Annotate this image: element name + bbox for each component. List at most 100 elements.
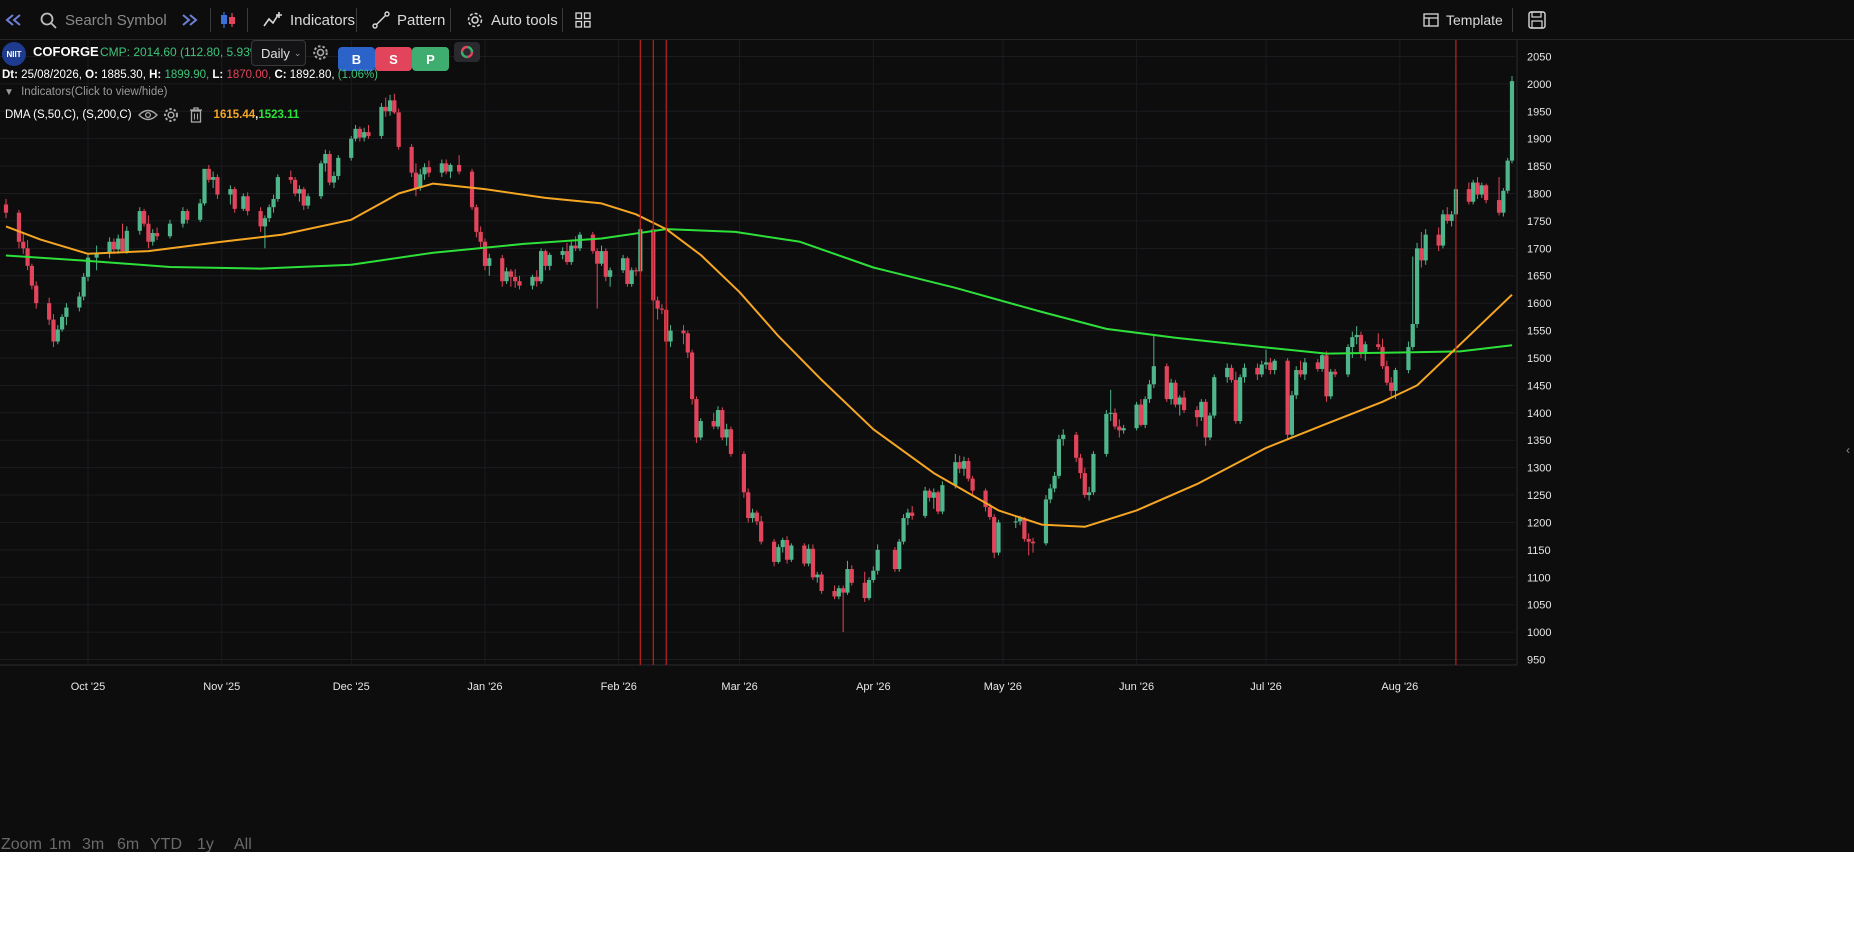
candle xyxy=(1324,351,1329,402)
p-button[interactable]: P xyxy=(412,47,449,71)
candle-body xyxy=(1143,399,1148,425)
candle-body xyxy=(1255,367,1260,375)
candle-body xyxy=(1389,382,1394,391)
chart-settings-button[interactable] xyxy=(312,44,329,66)
candle-body xyxy=(258,211,263,227)
candle xyxy=(1147,379,1152,403)
candle xyxy=(633,267,639,276)
candle-body xyxy=(720,410,725,438)
zoom-3m[interactable]: 3m xyxy=(82,836,117,852)
candle xyxy=(318,160,324,199)
candle xyxy=(754,510,759,526)
candle xyxy=(504,267,509,284)
y-tick-label: 1800 xyxy=(1527,189,1551,201)
candle xyxy=(392,93,397,115)
candle-body xyxy=(1354,334,1359,338)
candle-body xyxy=(1151,366,1156,385)
candle-body xyxy=(1302,362,1307,375)
color-wheel-icon xyxy=(460,45,474,59)
candle-body xyxy=(595,251,600,264)
price-chart[interactable]: 950 1000 1050 1100 1150 1200 1250 1300 1350 1400 1… xyxy=(0,40,1854,852)
zoom-1y[interactable]: 1y xyxy=(197,836,234,852)
high-label: H: xyxy=(149,69,162,81)
candle xyxy=(1026,533,1031,556)
candle xyxy=(789,543,794,562)
candle xyxy=(323,149,328,172)
candle-body xyxy=(215,177,220,195)
right-panel-handle[interactable]: ‹ xyxy=(1846,443,1850,457)
symbol-name[interactable]: COFORGE xyxy=(33,44,99,59)
indicators-toggle[interactable]: ▼ Indicators(Click to view/hide) xyxy=(4,86,167,98)
indicators-button[interactable]: Indicators xyxy=(263,0,355,40)
candle-body xyxy=(357,128,362,138)
template-button[interactable]: Template xyxy=(1423,0,1503,40)
y-tick-label: 1550 xyxy=(1527,326,1551,338)
candle xyxy=(94,245,99,271)
interval-select[interactable]: Daily ⌄ xyxy=(251,40,306,66)
candle-body xyxy=(1212,377,1217,416)
buy-button[interactable]: B xyxy=(338,47,375,71)
chart-app: Search Symbol Indicators Pattern Auto to… xyxy=(0,0,1854,852)
candle xyxy=(47,297,52,326)
pattern-button[interactable]: Pattern xyxy=(372,0,445,40)
auto-tools-button[interactable]: Auto tools xyxy=(466,0,558,40)
candle-body xyxy=(288,177,293,180)
chart-type-button[interactable] xyxy=(219,0,237,40)
candle xyxy=(1173,379,1178,408)
candle xyxy=(1505,157,1510,194)
candle xyxy=(487,253,492,276)
candle-body xyxy=(966,461,971,479)
candle-body xyxy=(1203,401,1208,438)
zoom-6m[interactable]: 6m xyxy=(117,836,150,852)
candle xyxy=(620,254,626,274)
sell-button[interactable]: S xyxy=(375,47,412,71)
eye-icon[interactable] xyxy=(137,108,158,122)
candle-body xyxy=(409,146,414,173)
candle xyxy=(836,585,841,600)
candle xyxy=(806,544,811,567)
save-button[interactable] xyxy=(1528,0,1546,40)
search-box[interactable]: Search Symbol xyxy=(40,0,167,40)
save-icon xyxy=(1528,11,1546,29)
candle-body xyxy=(366,132,371,136)
color-wheel-button[interactable] xyxy=(454,42,480,62)
candle-body xyxy=(305,196,311,206)
candle-body xyxy=(448,165,453,172)
expand-right-button[interactable] xyxy=(181,0,199,40)
y-tick-label: 1950 xyxy=(1527,106,1551,118)
candle-body xyxy=(741,453,746,493)
candle-body xyxy=(1121,428,1126,431)
candle-body xyxy=(875,549,880,571)
zoom-all[interactable]: All xyxy=(234,836,264,852)
candle xyxy=(1466,182,1471,205)
candle-body xyxy=(802,545,807,564)
candle xyxy=(690,349,695,405)
x-tick-label: Oct '25 xyxy=(71,681,106,693)
open-label: O: xyxy=(85,69,98,81)
candle xyxy=(305,193,311,209)
candle xyxy=(819,571,824,594)
trash-icon[interactable] xyxy=(189,107,203,123)
candle xyxy=(1242,363,1247,383)
candle-body xyxy=(961,461,967,469)
y-tick-label: 1050 xyxy=(1527,600,1551,612)
candle-body xyxy=(577,234,583,249)
candle-body xyxy=(534,276,539,282)
layout-button[interactable] xyxy=(575,0,591,40)
collapse-left-button[interactable] xyxy=(4,0,22,40)
candle-body xyxy=(1414,248,1420,324)
candle xyxy=(349,135,354,161)
search-input[interactable]: Search Symbol xyxy=(65,12,167,29)
candle-body xyxy=(694,399,699,438)
indicators-toggle-label: Indicators(Click to view/hide) xyxy=(21,86,168,98)
candle xyxy=(366,124,371,139)
zoom-1m[interactable]: 1m xyxy=(49,836,82,852)
candle xyxy=(1406,341,1411,374)
zoom-ytd[interactable]: YTD xyxy=(150,836,197,852)
candle-body xyxy=(504,271,509,282)
candle xyxy=(25,240,30,271)
candle-body xyxy=(957,462,962,469)
gear-icon[interactable] xyxy=(163,107,179,123)
candle-body xyxy=(1087,492,1092,496)
candle xyxy=(513,269,518,288)
